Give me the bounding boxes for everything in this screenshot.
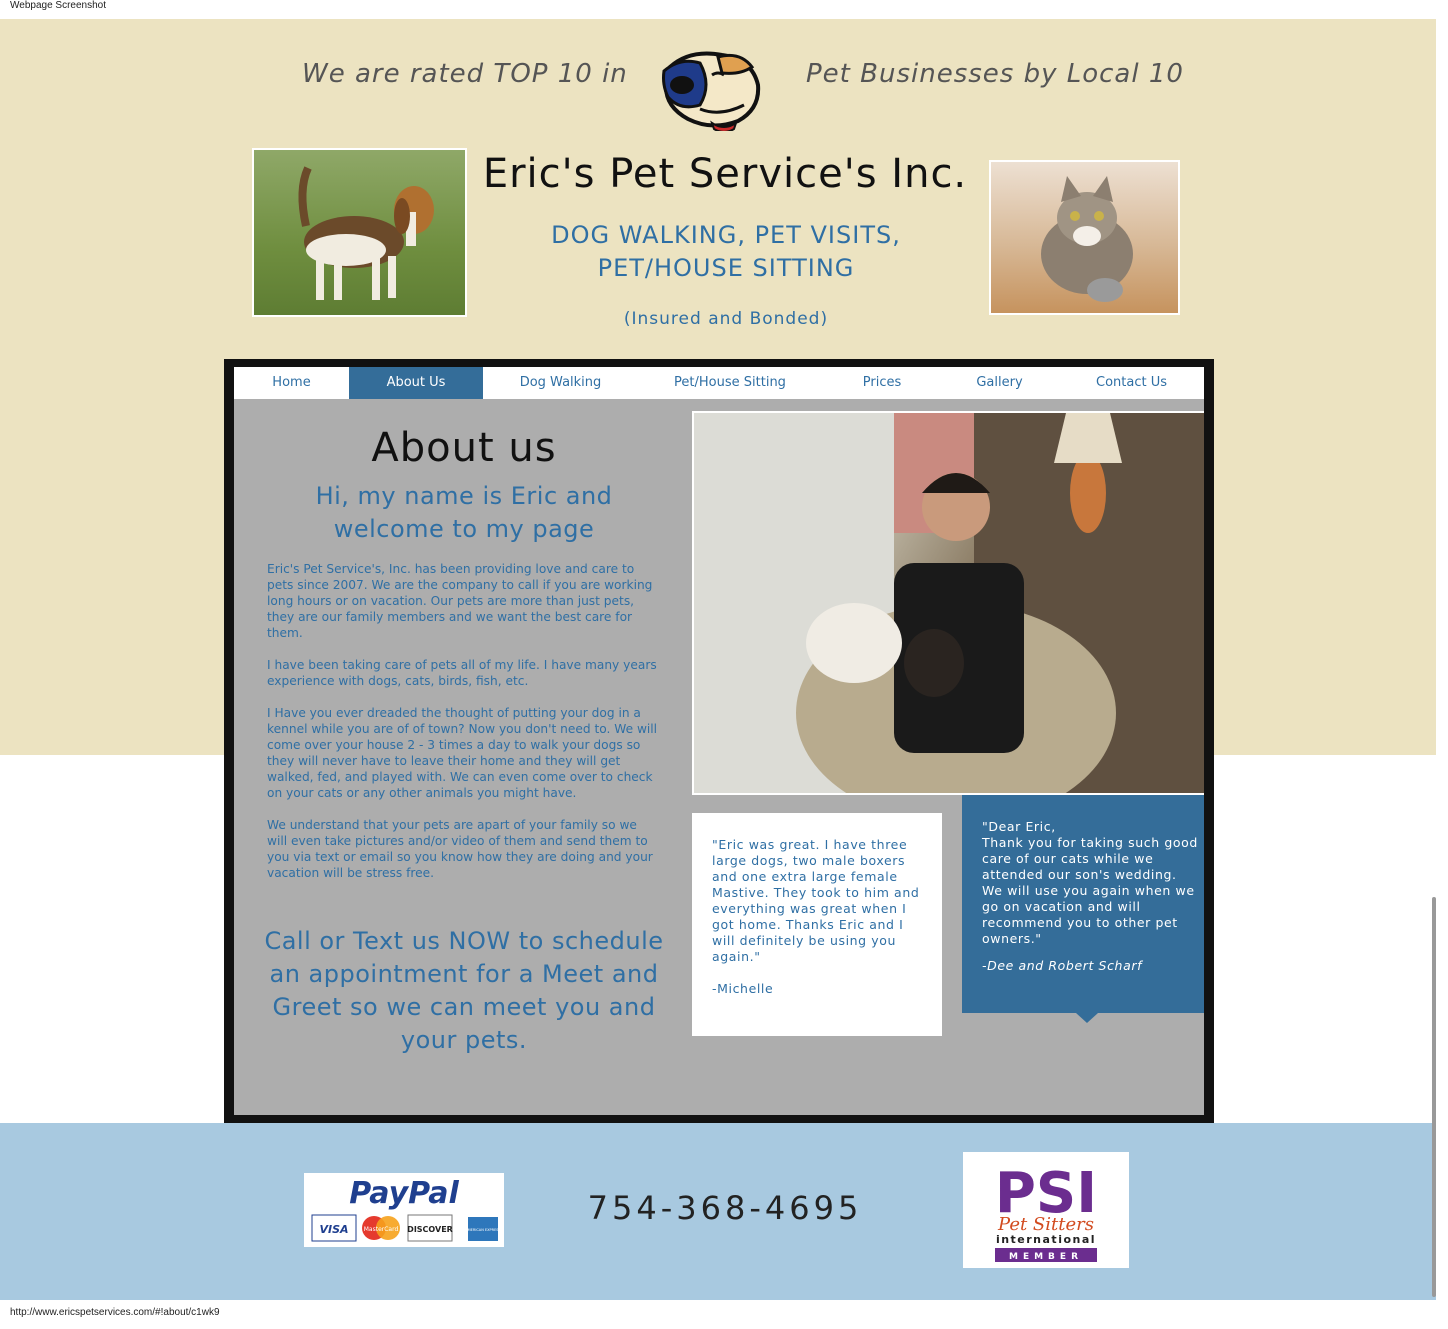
site-title: Eric's Pet Service's Inc. — [482, 151, 968, 197]
testimonial-scharf: "Dear Eric, Thank you for taking such go… — [962, 795, 1204, 1013]
content-area: Home About Us Dog Walking Pet/House Sitt… — [234, 367, 1204, 1115]
psi-intl-text: international — [996, 1233, 1096, 1246]
nav-home[interactable]: Home — [234, 367, 349, 399]
beagle-illustration-icon — [298, 166, 434, 300]
nav-gallery[interactable]: Gallery — [942, 367, 1057, 399]
cat-photo — [989, 160, 1180, 315]
psi-logo-icon: PSI Pet Sitters international MEMBER — [995, 1161, 1097, 1262]
content-frame: Home About Us Dog Walking Pet/House Sitt… — [224, 359, 1214, 1123]
psi-sub-text: Pet Sitters — [997, 1214, 1094, 1235]
about-subheading-line: welcome to my page — [333, 515, 595, 543]
rated-left-text: We are rated TOP 10 in — [302, 59, 628, 89]
insured-note: (Insured and Bonded) — [623, 309, 829, 329]
window-caption: Webpage Screenshot — [10, 0, 106, 11]
testimonial-michelle: "Eric was great. I have three large dogs… — [692, 813, 942, 1036]
about-subheading: Hi, my name is Eric and welcome to my pa… — [264, 480, 664, 546]
about-paragraph: Eric's Pet Service's, Inc. has been prov… — [267, 562, 653, 640]
testimonial-signature: -Dee and Robert Scharf — [982, 958, 1143, 973]
testimonial-greeting: "Dear Eric, — [982, 819, 1056, 834]
testimonial-quote: Thank you for taking such good care of o… — [982, 835, 1198, 946]
nav-prices[interactable]: Prices — [822, 367, 942, 399]
status-bar-url: http://www.ericspetservices.com/#!about/… — [10, 1307, 220, 1318]
nav-about-us[interactable]: About Us — [349, 367, 483, 399]
testimonial-quote: "Eric was great. I have three large dogs… — [712, 837, 920, 964]
call-to-action: Call or Text us NOW to schedule an appoi… — [264, 927, 664, 1054]
tagline-line: DOG WALKING, PET VISITS, — [551, 221, 901, 249]
about-subheading-line: Hi, my name is Eric and — [315, 482, 613, 510]
rated-right-text: Pet Businesses by Local 10 — [806, 59, 1184, 89]
tagline-line: PET/HOUSE SITTING — [597, 254, 855, 282]
main-nav: Home About Us Dog Walking Pet/House Sitt… — [234, 367, 1204, 399]
about-paragraph: I have been taking care of pets all of m… — [267, 658, 657, 688]
nav-contact-us[interactable]: Contact Us — [1057, 367, 1204, 399]
cat-illustration-icon — [1041, 176, 1133, 302]
page-scrollbar[interactable] — [1432, 897, 1436, 1297]
paypal-badge: PayPal VISA MasterCard DISCOVER AMERICAN… — [304, 1173, 504, 1247]
about-heading: About us — [371, 425, 557, 471]
nav-pet-house-sitting[interactable]: Pet/House Sitting — [638, 367, 822, 399]
psi-member-text: MEMBER — [1009, 1252, 1083, 1262]
page: We are rated TOP 10 in Pet Businesses by… — [0, 19, 1436, 1300]
paypal-logo-text: PayPal — [349, 1176, 459, 1211]
nav-dog-walking[interactable]: Dog Walking — [483, 367, 638, 399]
eric-with-dogs-photo — [692, 411, 1204, 795]
speech-pointer-icon — [1076, 1013, 1098, 1023]
phone-number[interactable]: 754-368-4695 — [560, 1189, 890, 1227]
about-body: Eric's Pet Service's, Inc. has been prov… — [267, 561, 659, 897]
paypal-logo-icon: PayPal VISA MasterCard DISCOVER AMERICAN… — [311, 1176, 502, 1242]
testimonial-signature: -Michelle — [712, 981, 774, 996]
eric-photo-illustration-icon — [694, 413, 1204, 793]
amex-card-text: AMERICAN EXPRESS — [465, 1228, 501, 1232]
dog-face-logo-icon — [662, 51, 761, 131]
discover-card-text: DISCOVER — [407, 1225, 453, 1234]
mastercard-text: MasterCard — [364, 1226, 399, 1233]
about-paragraph: I Have you ever dreaded the thought of p… — [267, 706, 658, 800]
psi-member-badge: PSI Pet Sitters international MEMBER — [963, 1152, 1129, 1268]
visa-card-text: VISA — [319, 1223, 348, 1236]
about-paragraph: We understand that your pets are apart o… — [267, 818, 653, 880]
footer: PayPal VISA MasterCard DISCOVER AMERICAN… — [0, 1123, 1436, 1300]
beagle-photo — [252, 148, 467, 317]
services-tagline: DOG WALKING, PET VISITS, PET/HOUSE SITTI… — [476, 219, 976, 285]
